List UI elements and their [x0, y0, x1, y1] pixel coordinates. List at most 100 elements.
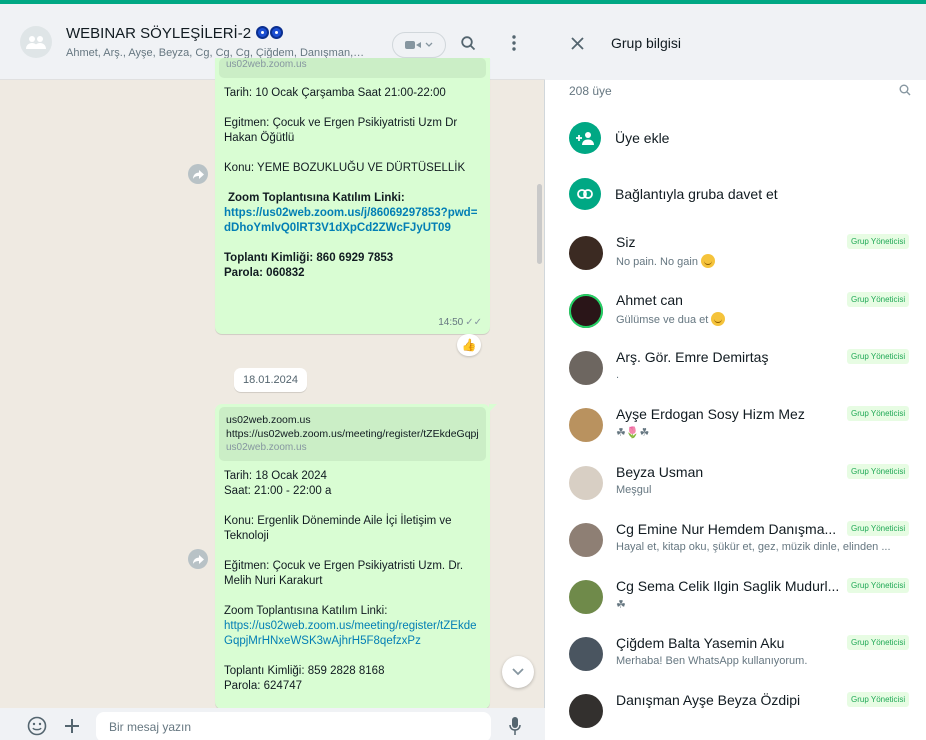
info-header: Grup bilgisi [545, 4, 926, 80]
meeting-password: Parola: 060832 [224, 267, 305, 279]
close-button[interactable] [567, 33, 587, 53]
kebab-menu-icon [512, 35, 516, 51]
video-call-button[interactable] [392, 32, 446, 58]
message-topic: Konu: YEME BOZUKLUĞU VE DÜRTÜSELLİK [224, 162, 466, 174]
member-row[interactable]: Arş. Gör. Emre Demirtaş. Grup Yöneticisi [545, 349, 926, 407]
link-preview-domain: us02web.zoom.us [226, 442, 307, 453]
avatar[interactable] [569, 580, 603, 614]
search-icon [899, 84, 911, 96]
member-name: Arş. Gör. Emre Demirtaş [616, 349, 769, 365]
zoom-link[interactable]: https://us02web.zoom.us/j/86069297853?pw… [224, 206, 481, 236]
avatar[interactable] [569, 523, 603, 557]
avatar[interactable] [569, 236, 603, 270]
admin-badge: Grup Yöneticisi [847, 349, 910, 364]
message-instructor: Eğitmen: Çocuk ve Ergen Psikiyatristi Uz… [224, 560, 464, 587]
menu-button[interactable] [504, 33, 524, 53]
forward-icon [192, 554, 204, 564]
link-preview[interactable]: us02web.zoom.us https://us02web.zoom.us/… [219, 407, 486, 461]
message-instructor: Egitmen: Çocuk ve Ergen Psikiyatristi Uz… [224, 117, 458, 144]
meeting-password: Parola: 624747 [224, 680, 303, 692]
avatar[interactable] [569, 637, 603, 671]
info-title: Grup bilgisi [611, 35, 682, 51]
member-name: Cg Sema Celik Ilgin Saglik Mudurl... [616, 578, 840, 594]
member-name: Ahmet can [616, 292, 683, 308]
message-input[interactable] [96, 712, 491, 740]
message-date: Tarih: 10 Ocak Çarşamba Saat 21:00-22:00 [224, 87, 446, 99]
member-row[interactable]: Ahmet can Gülümse ve dua et Grup Yönetici… [545, 292, 926, 350]
message-bubble[interactable]: us02web.zoom.us https://us02web.zoom.us/… [215, 404, 497, 709]
message-hour: Saat: 21:00 - 22:00 a [224, 485, 332, 497]
member-row[interactable]: Çiğdem Balta Yasemin Aku Merhaba! Ben Wha… [545, 635, 926, 693]
member-status: Meşgul [616, 484, 652, 496]
admin-badge: Grup Yöneticisi [847, 234, 910, 249]
member-name: Cg Emine Nur Hemdem Danışma... [616, 521, 837, 537]
smiley-emoji-icon [701, 254, 716, 268]
link-icon [569, 178, 601, 210]
member-name: Çiğdem Balta Yasemin Aku [616, 635, 785, 651]
admin-badge: Grup Yöneticisi [847, 521, 910, 536]
member-status: Hayal et, kitap oku, şükür et, gez, müzi… [616, 541, 891, 553]
avatar[interactable] [569, 351, 603, 385]
link-preview[interactable]: us02web.zoom.us [219, 58, 486, 78]
member-row[interactable]: Ayşe Erdogan Sosy Hizm Mez ☘🌷☘ Grup Yöneti… [545, 406, 926, 464]
message-time: 14:50 ✓✓ [438, 317, 482, 328]
zoom-link[interactable]: https://us02web.zoom.us/meeting/register… [224, 619, 481, 649]
zoom-label: Zoom Toplantısına Katılım Linki: [228, 192, 405, 204]
add-member-button[interactable]: Üye ekle [569, 118, 909, 158]
member-status: ☘🌷☘ [616, 427, 650, 439]
member-name: Beyza Usman [616, 464, 704, 480]
avatar[interactable] [569, 408, 603, 442]
avatar[interactable] [569, 694, 603, 728]
member-status: ☘ [616, 599, 626, 611]
voice-message-button[interactable] [504, 715, 526, 737]
member-search-button[interactable] [899, 84, 911, 99]
member-row[interactable]: Danışman Ayşe Beyza Özdipi Grup Yöneticis… [545, 692, 926, 740]
chevron-down-icon [425, 42, 433, 47]
message-date: Tarih: 18 Ocak 2024 [224, 470, 327, 482]
attach-button[interactable] [61, 715, 83, 737]
add-person-icon [569, 122, 601, 154]
thumbs-up-reaction-icon[interactable]: 👍 [457, 334, 481, 356]
date-separator: 18.01.2024 [234, 368, 307, 392]
message-composer [0, 708, 545, 740]
invite-link-label: Bağlantıyla gruba davet et [615, 186, 778, 202]
avatar[interactable] [569, 294, 603, 328]
group-icon [26, 36, 46, 49]
video-icon [405, 41, 421, 49]
nazar-icon [270, 26, 284, 39]
search-icon [460, 35, 475, 50]
add-member-label: Üye ekle [615, 130, 670, 146]
member-status: No pain. No gain [616, 254, 912, 268]
scroll-down-button[interactable] [502, 656, 534, 688]
message-bubble[interactable]: us02web.zoom.us Tarih: 10 Ocak Çarşamba … [215, 58, 490, 334]
forward-button[interactable] [188, 164, 208, 184]
close-icon [570, 36, 584, 50]
group-info-pane: Grup bilgisi 208 üye Üye ekle Bağlantıyl… [545, 4, 926, 740]
member-status: Merhaba! Ben WhatsApp kullanıyorum. [616, 655, 808, 667]
admin-badge: Grup Yöneticisi [847, 292, 910, 307]
chat-title[interactable]: WEBINAR SÖYLEŞİLERİ-2 [66, 25, 284, 42]
chevron-down-icon [512, 668, 524, 676]
smiley-emoji-icon [711, 312, 726, 326]
avatar[interactable] [569, 466, 603, 500]
member-name: Ayşe Erdogan Sosy Hizm Mez [616, 406, 805, 422]
emoji-button[interactable] [26, 715, 48, 737]
member-count: 208 üye [569, 84, 612, 98]
member-row[interactable]: Siz No pain. No gain Grup Yöneticisi [545, 234, 926, 292]
admin-badge: Grup Yöneticisi [847, 635, 910, 650]
chat-pane: WEBINAR SÖYLEŞİLERİ-2 Ahmet, Arş., Ayşe,… [0, 4, 545, 740]
link-preview-url: https://us02web.zoom.us/meeting/register… [226, 428, 479, 440]
group-avatar[interactable] [20, 26, 52, 58]
member-row[interactable]: Cg Sema Celik Ilgin Saglik Mudurl... ☘ Gru… [545, 578, 926, 636]
invite-link-button[interactable]: Bağlantıyla gruba davet et [569, 174, 909, 214]
member-name: Siz [616, 234, 636, 250]
admin-badge: Grup Yöneticisi [847, 464, 910, 479]
search-button[interactable] [458, 33, 478, 53]
forward-button[interactable] [188, 549, 208, 569]
admin-badge: Grup Yöneticisi [847, 692, 910, 707]
zoom-label: Zoom Toplantısına Katılım Linki: [224, 605, 388, 617]
scrollbar[interactable] [537, 184, 542, 264]
member-row[interactable]: Beyza Usman Meşgul Grup Yöneticisi [545, 464, 926, 522]
member-row[interactable]: Cg Emine Nur Hemdem Danışma... Hayal et, … [545, 521, 926, 579]
smiley-icon [27, 716, 47, 736]
